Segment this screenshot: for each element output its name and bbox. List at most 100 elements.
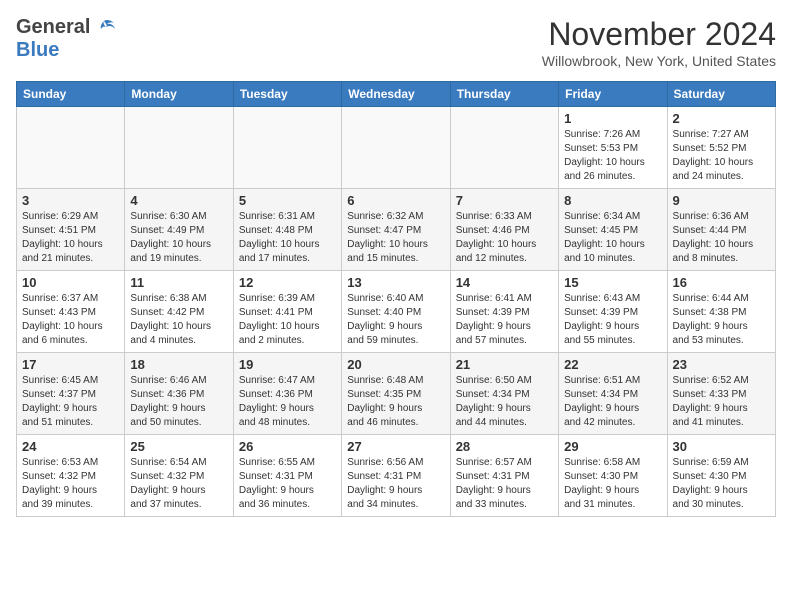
calendar-cell: 6Sunrise: 6:32 AM Sunset: 4:47 PM Daylig…	[342, 189, 450, 271]
calendar-cell: 11Sunrise: 6:38 AM Sunset: 4:42 PM Dayli…	[125, 271, 233, 353]
month-title: November 2024	[542, 16, 776, 53]
day-info: Sunrise: 6:40 AM Sunset: 4:40 PM Dayligh…	[347, 292, 444, 348]
day-number: 7	[456, 193, 553, 208]
day-number: 20	[347, 357, 444, 372]
day-info: Sunrise: 6:36 AM Sunset: 4:44 PM Dayligh…	[673, 210, 770, 266]
day-info: Sunrise: 6:48 AM Sunset: 4:35 PM Dayligh…	[347, 374, 444, 430]
calendar-cell	[17, 107, 125, 189]
logo-blue: Blue	[16, 39, 59, 61]
calendar-cell	[450, 107, 558, 189]
calendar-cell	[342, 107, 450, 189]
day-info: Sunrise: 6:50 AM Sunset: 4:34 PM Dayligh…	[456, 374, 553, 430]
day-info: Sunrise: 6:29 AM Sunset: 4:51 PM Dayligh…	[22, 210, 119, 266]
title-section: November 2024 Willowbrook, New York, Uni…	[542, 16, 776, 69]
day-info: Sunrise: 6:38 AM Sunset: 4:42 PM Dayligh…	[130, 292, 227, 348]
day-info: Sunrise: 6:43 AM Sunset: 4:39 PM Dayligh…	[564, 292, 661, 348]
day-number: 25	[130, 439, 227, 454]
calendar-week-row: 3Sunrise: 6:29 AM Sunset: 4:51 PM Daylig…	[17, 189, 776, 271]
day-number: 19	[239, 357, 336, 372]
day-info: Sunrise: 6:41 AM Sunset: 4:39 PM Dayligh…	[456, 292, 553, 348]
day-number: 12	[239, 275, 336, 290]
header: General Blue November 2024 Willowbrook, …	[16, 16, 776, 69]
day-info: Sunrise: 6:57 AM Sunset: 4:31 PM Dayligh…	[456, 456, 553, 512]
day-info: Sunrise: 6:56 AM Sunset: 4:31 PM Dayligh…	[347, 456, 444, 512]
day-info: Sunrise: 6:47 AM Sunset: 4:36 PM Dayligh…	[239, 374, 336, 430]
calendar-cell: 4Sunrise: 6:30 AM Sunset: 4:49 PM Daylig…	[125, 189, 233, 271]
day-number: 30	[673, 439, 770, 454]
day-number: 28	[456, 439, 553, 454]
calendar-header-row: SundayMondayTuesdayWednesdayThursdayFrid…	[17, 82, 776, 107]
calendar-cell: 12 Sunrise: 6:39 AM Sunset: 4:41 PM Dayli…	[233, 271, 341, 353]
calendar-cell: 14 Sunrise: 6:41 AM Sunset: 4:39 PM Dayli…	[450, 271, 558, 353]
day-info: Sunrise: 6:39 AM Sunset: 4:41 PM Dayligh…	[239, 292, 336, 348]
day-info: Sunrise: 6:45 AM Sunset: 4:37 PM Dayligh…	[22, 374, 119, 430]
day-info: Sunrise: 6:54 AM Sunset: 4:32 PM Dayligh…	[130, 456, 227, 512]
day-info: Sunrise: 6:32 AM Sunset: 4:47 PM Dayligh…	[347, 210, 444, 266]
calendar-cell: 23 Sunrise: 6:52 AM Sunset: 4:33 PM Dayli…	[667, 353, 775, 435]
day-number: 15	[564, 275, 661, 290]
day-info: Sunrise: 6:46 AM Sunset: 4:36 PM Dayligh…	[130, 374, 227, 430]
day-number: 21	[456, 357, 553, 372]
weekday-header: Friday	[559, 82, 667, 107]
day-number: 16	[673, 275, 770, 290]
day-number: 23	[673, 357, 770, 372]
day-number: 2	[673, 111, 770, 126]
weekday-header: Sunday	[17, 82, 125, 107]
day-number: 14	[456, 275, 553, 290]
day-info: Sunrise: 7:27 AM Sunset: 5:52 PM Dayligh…	[673, 128, 770, 184]
calendar-cell: 8 Sunrise: 6:34 AM Sunset: 4:45 PM Daylig…	[559, 189, 667, 271]
calendar-cell: 15 Sunrise: 6:43 AM Sunset: 4:39 PM Dayli…	[559, 271, 667, 353]
weekday-header: Thursday	[450, 82, 558, 107]
day-number: 13	[347, 275, 444, 290]
day-info: Sunrise: 6:58 AM Sunset: 4:30 PM Dayligh…	[564, 456, 661, 512]
calendar-cell: 2 Sunrise: 7:27 AM Sunset: 5:52 PM Daylig…	[667, 107, 775, 189]
day-number: 8	[564, 193, 661, 208]
calendar-cell: 28 Sunrise: 6:57 AM Sunset: 4:31 PM Dayli…	[450, 435, 558, 517]
logo: General Blue	[16, 16, 116, 62]
day-info: Sunrise: 6:34 AM Sunset: 4:45 PM Dayligh…	[564, 210, 661, 266]
calendar-cell: 16 Sunrise: 6:44 AM Sunset: 4:38 PM Dayli…	[667, 271, 775, 353]
day-info: Sunrise: 6:51 AM Sunset: 4:34 PM Dayligh…	[564, 374, 661, 430]
day-number: 5	[239, 193, 336, 208]
day-number: 18	[130, 357, 227, 372]
day-number: 17	[22, 357, 119, 372]
calendar-cell: 26 Sunrise: 6:55 AM Sunset: 4:31 PM Dayli…	[233, 435, 341, 517]
weekday-header: Tuesday	[233, 82, 341, 107]
day-number: 27	[347, 439, 444, 454]
day-number: 9	[673, 193, 770, 208]
day-info: Sunrise: 6:53 AM Sunset: 4:32 PM Dayligh…	[22, 456, 119, 512]
weekday-header: Saturday	[667, 82, 775, 107]
day-info: Sunrise: 6:33 AM Sunset: 4:46 PM Dayligh…	[456, 210, 553, 266]
day-number: 10	[22, 275, 119, 290]
day-info: Sunrise: 6:37 AM Sunset: 4:43 PM Dayligh…	[22, 292, 119, 348]
calendar-cell: 19 Sunrise: 6:47 AM Sunset: 4:36 PM Dayli…	[233, 353, 341, 435]
day-number: 26	[239, 439, 336, 454]
calendar-week-row: 17 Sunrise: 6:45 AM Sunset: 4:37 PM Dayli…	[17, 353, 776, 435]
day-info: Sunrise: 6:30 AM Sunset: 4:49 PM Dayligh…	[130, 210, 227, 266]
calendar-cell: 5Sunrise: 6:31 AM Sunset: 4:48 PM Daylig…	[233, 189, 341, 271]
calendar-cell: 10 Sunrise: 6:37 AM Sunset: 4:43 PM Dayli…	[17, 271, 125, 353]
calendar-week-row: 10 Sunrise: 6:37 AM Sunset: 4:43 PM Dayli…	[17, 271, 776, 353]
logo-general: General	[16, 16, 90, 39]
weekday-header: Wednesday	[342, 82, 450, 107]
day-info: Sunrise: 6:52 AM Sunset: 4:33 PM Dayligh…	[673, 374, 770, 430]
location-title: Willowbrook, New York, United States	[542, 53, 776, 69]
calendar-cell: 13 Sunrise: 6:40 AM Sunset: 4:40 PM Dayli…	[342, 271, 450, 353]
calendar-cell: 21 Sunrise: 6:50 AM Sunset: 4:34 PM Dayli…	[450, 353, 558, 435]
calendar-cell: 1 Sunrise: 7:26 AM Sunset: 5:53 PM Daylig…	[559, 107, 667, 189]
calendar-cell: 3Sunrise: 6:29 AM Sunset: 4:51 PM Daylig…	[17, 189, 125, 271]
calendar-cell: 22Sunrise: 6:51 AM Sunset: 4:34 PM Dayli…	[559, 353, 667, 435]
calendar-cell: 30Sunrise: 6:59 AM Sunset: 4:30 PM Dayli…	[667, 435, 775, 517]
calendar-cell: 9 Sunrise: 6:36 AM Sunset: 4:44 PM Daylig…	[667, 189, 775, 271]
day-info: Sunrise: 6:55 AM Sunset: 4:31 PM Dayligh…	[239, 456, 336, 512]
calendar-cell: 25 Sunrise: 6:54 AM Sunset: 4:32 PM Dayli…	[125, 435, 233, 517]
day-number: 1	[564, 111, 661, 126]
logo-bird-icon	[94, 19, 116, 37]
calendar-week-row: 1 Sunrise: 7:26 AM Sunset: 5:53 PM Daylig…	[17, 107, 776, 189]
calendar-week-row: 24Sunrise: 6:53 AM Sunset: 4:32 PM Dayli…	[17, 435, 776, 517]
day-info: Sunrise: 6:44 AM Sunset: 4:38 PM Dayligh…	[673, 292, 770, 348]
calendar-cell: 24Sunrise: 6:53 AM Sunset: 4:32 PM Dayli…	[17, 435, 125, 517]
calendar-cell: 27 Sunrise: 6:56 AM Sunset: 4:31 PM Dayli…	[342, 435, 450, 517]
calendar-cell: 7 Sunrise: 6:33 AM Sunset: 4:46 PM Daylig…	[450, 189, 558, 271]
day-info: Sunrise: 7:26 AM Sunset: 5:53 PM Dayligh…	[564, 128, 661, 184]
